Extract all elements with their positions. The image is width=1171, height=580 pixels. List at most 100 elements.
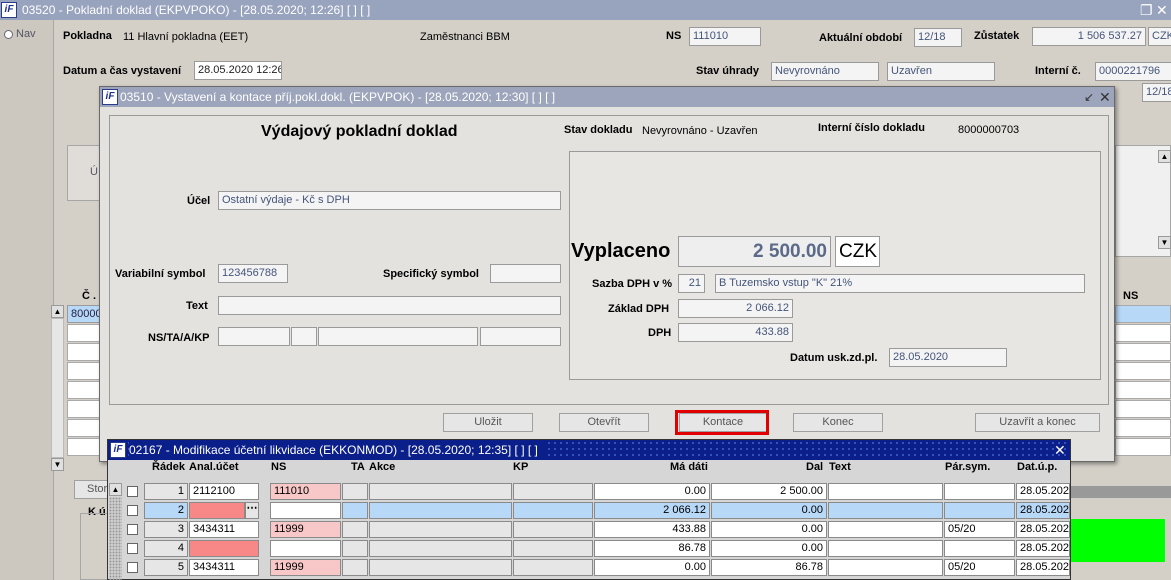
main-grid-row-3[interactable] — [67, 343, 101, 361]
row-5-text[interactable] — [828, 559, 943, 576]
obdobi-field[interactable]: 12/18 — [914, 28, 962, 47]
main-grid-row-4[interactable] — [67, 362, 101, 380]
main-grid-right-row-1[interactable] — [1115, 305, 1171, 323]
row-4-anal[interactable] — [189, 540, 259, 557]
row-3-akce[interactable] — [369, 521, 512, 538]
row-2-text[interactable] — [828, 502, 943, 519]
row-1-anal[interactable]: 2112100 — [189, 483, 259, 500]
row-1-kp[interactable] — [513, 483, 593, 500]
main-grid-scroll-up-icon[interactable]: ▲ — [51, 305, 64, 318]
row-4-kp[interactable] — [513, 540, 593, 557]
datum-field[interactable]: 28.05.2020 12:26 — [194, 61, 282, 80]
row-5-ta[interactable] — [342, 559, 368, 576]
main-grid-right-row-6[interactable] — [1115, 400, 1171, 418]
main-grid-row-1[interactable]: 80000 — [67, 305, 101, 323]
nav-label[interactable]: Nav — [16, 28, 36, 40]
row-4-radek[interactable]: 4 — [144, 540, 188, 557]
row-4-dal[interactable]: 0.00 — [711, 540, 827, 557]
main-grid-right-row-7[interactable] — [1115, 419, 1171, 437]
main-hscroll[interactable] — [1071, 486, 1171, 498]
row-5-parsym[interactable]: 05/20 — [944, 559, 1015, 576]
row-5-anal[interactable]: 3434311 — [189, 559, 259, 576]
row-3-parsym[interactable]: 05/20 — [944, 521, 1015, 538]
row-2-dal[interactable]: 0.00 — [711, 502, 827, 519]
row-4-parsym[interactable] — [944, 540, 1015, 557]
row-4-akce[interactable] — [369, 540, 512, 557]
row-4-ta[interactable] — [342, 540, 368, 557]
main-scroll-down-icon[interactable]: ▼ — [1158, 236, 1171, 249]
row-3-madati[interactable]: 433.88 — [594, 521, 710, 538]
row-3-ta[interactable] — [342, 521, 368, 538]
close-icon[interactable]: ✕ — [1156, 0, 1168, 20]
row-3-anal[interactable]: 3434311 — [189, 521, 259, 538]
row-1-dal[interactable]: 2 500.00 — [711, 483, 827, 500]
otevrit-button[interactable]: Otevřít — [559, 413, 649, 432]
ns-field-dialog[interactable] — [218, 327, 290, 346]
row-3-dal[interactable]: 0.00 — [711, 521, 827, 538]
row-1-text[interactable] — [828, 483, 943, 500]
text-field[interactable] — [218, 296, 561, 315]
kp-field-dialog[interactable] — [480, 327, 561, 346]
sazba-desc-field[interactable]: B Tuzemsko vstup "K" 21% — [715, 274, 1085, 293]
row-4-datup[interactable]: 28.05.202 — [1016, 540, 1070, 557]
datum-usk-field[interactable]: 28.05.2020 — [889, 348, 1007, 367]
konec-button[interactable]: Konec — [793, 413, 883, 432]
row-2-madati[interactable]: 2 066.12 — [594, 502, 710, 519]
row-3-kp[interactable] — [513, 521, 593, 538]
row-4-text[interactable] — [828, 540, 943, 557]
row-2-kp[interactable] — [513, 502, 593, 519]
grid-scroll-up-icon[interactable]: ▲ — [109, 483, 122, 496]
row-2-akce[interactable] — [369, 502, 512, 519]
nav-radio-icon[interactable] — [4, 30, 13, 39]
row-5-akce[interactable] — [369, 559, 512, 576]
row-1-ta[interactable] — [342, 483, 368, 500]
stav-uhrady-field-2[interactable]: Uzavřen — [887, 62, 995, 81]
row-1-checkbox[interactable] — [127, 486, 138, 497]
dialog2-close-icon[interactable]: ✕ — [1054, 440, 1066, 460]
currency-field[interactable]: CZK — [835, 236, 880, 267]
row-5-madati[interactable]: 0.00 — [594, 559, 710, 576]
interni-field[interactable]: 0000221796 — [1095, 62, 1171, 81]
row-2-ns[interactable] — [270, 502, 341, 519]
row-1-ns[interactable]: 111010 — [270, 483, 341, 500]
main-scroll-up-icon[interactable]: ▲ — [1158, 150, 1171, 163]
zustatek-currency[interactable]: CZK — [1148, 27, 1171, 46]
sazba-field[interactable]: 21 — [678, 274, 705, 293]
row-2-datup[interactable]: 28.05.202 — [1016, 502, 1070, 519]
ucel-field[interactable]: Ostatní výdaje - Kč s DPH — [218, 191, 561, 210]
row-2-ta[interactable] — [342, 502, 368, 519]
ulozit-button[interactable]: Uložit — [443, 413, 533, 432]
row-3-radek[interactable]: 3 — [144, 521, 188, 538]
row-2-anal[interactable] — [189, 502, 245, 519]
row-4-ns[interactable] — [270, 540, 341, 557]
row-3-text[interactable] — [828, 521, 943, 538]
restore-icon[interactable]: ❐ — [1140, 0, 1153, 20]
main-grid-row-6[interactable] — [67, 400, 101, 418]
main-grid-right-row-4[interactable] — [1115, 362, 1171, 380]
row-1-madati[interactable]: 0.00 — [594, 483, 710, 500]
row-3-ns[interactable]: 11999 — [270, 521, 341, 538]
row-1-parsym[interactable] — [944, 483, 1015, 500]
row-5-dal[interactable]: 86.78 — [711, 559, 827, 576]
main-grid-row-5[interactable] — [67, 381, 101, 399]
dialog1-minimize-icon[interactable]: ↙ — [1084, 87, 1094, 107]
grid-scrollbar[interactable] — [109, 497, 122, 580]
row-2-anal-lookup-button[interactable]: ⋯ — [245, 502, 259, 519]
main-grid-right-row-8[interactable] — [1115, 438, 1171, 456]
row-5-kp[interactable] — [513, 559, 593, 576]
row-5-radek[interactable]: 5 — [144, 559, 188, 576]
row-3-datup[interactable]: 28.05.202 — [1016, 521, 1070, 538]
dph-field[interactable]: 433.88 — [678, 323, 793, 342]
vyplaceno-field[interactable]: 2 500.00 — [678, 236, 831, 267]
row-5-ns[interactable]: 11999 — [270, 559, 341, 576]
stor-button[interactable]: Stor — [74, 480, 110, 499]
obdobi2-field[interactable]: 12/18 — [1142, 83, 1171, 102]
main-grid-right-row-2[interactable] — [1115, 324, 1171, 342]
main-grid-row-8[interactable] — [67, 438, 101, 456]
zaklad-field[interactable]: 2 066.12 — [678, 299, 793, 318]
row-3-checkbox[interactable] — [127, 524, 138, 535]
row-4-checkbox[interactable] — [127, 543, 138, 554]
row-1-akce[interactable] — [369, 483, 512, 500]
ss-field[interactable] — [490, 264, 561, 283]
row-5-datup[interactable]: 28.05.202 — [1016, 559, 1070, 576]
